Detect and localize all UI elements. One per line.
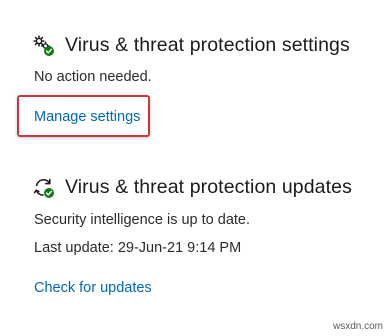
settings-heading: Virus & threat protection settings — [33, 34, 350, 57]
updates-status-intelligence: Security intelligence is up to date. — [34, 212, 251, 228]
watermark: wsxdn.com — [332, 321, 383, 332]
gear-shield-check-icon — [33, 34, 55, 57]
updates-last-update: Last update: 29-Jun-21 9:14 PM — [34, 240, 242, 256]
updates-heading: Virus & threat protection updates — [33, 176, 352, 199]
check-for-updates-link[interactable]: Check for updates — [34, 280, 152, 296]
settings-status: No action needed. — [34, 69, 152, 85]
windows-security-panel: Virus & threat protection settings No ac… — [0, 0, 389, 336]
settings-title: Virus & threat protection settings — [65, 34, 350, 56]
updates-title: Virus & threat protection updates — [65, 176, 352, 198]
refresh-check-icon — [33, 177, 55, 199]
manage-settings-link[interactable]: Manage settings — [34, 109, 140, 125]
